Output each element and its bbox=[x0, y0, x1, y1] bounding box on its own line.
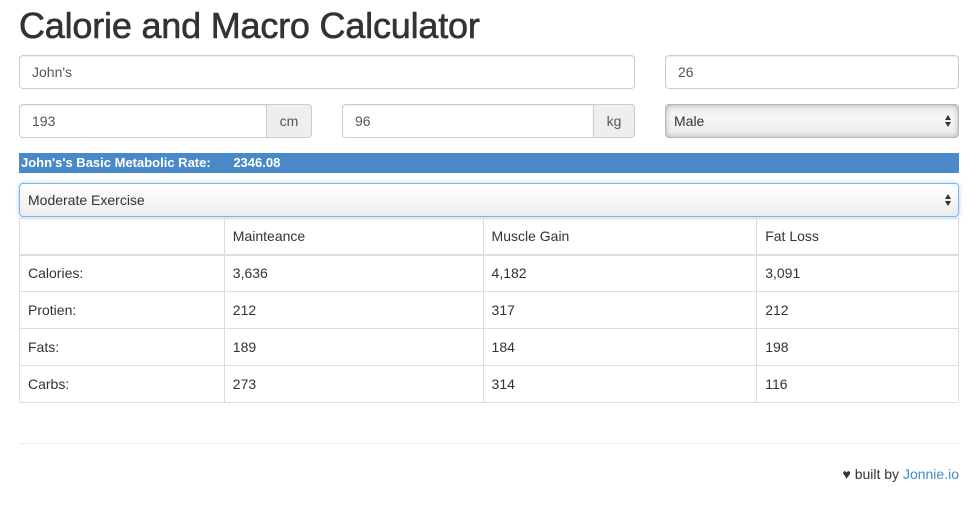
table-cell: 317 bbox=[482, 291, 758, 329]
table-cell: 273 bbox=[223, 365, 484, 403]
heart-icon: ♥ bbox=[842, 466, 851, 482]
activity-level-select[interactable]: Moderate Exercise bbox=[19, 183, 959, 217]
table-cell: 184 bbox=[482, 328, 758, 366]
table-cell: 189 bbox=[223, 328, 484, 366]
table-cell: 212 bbox=[756, 291, 959, 329]
footer: ♥ built by Jonnie.io bbox=[843, 466, 960, 482]
row-label: Calories: bbox=[19, 254, 225, 292]
table-cell: 198 bbox=[756, 328, 959, 366]
height-input[interactable] bbox=[19, 104, 267, 138]
table-header-fat-loss: Fat Loss bbox=[756, 218, 959, 256]
table-header-row: Mainteance Muscle Gain Fat Loss bbox=[19, 218, 959, 256]
table-row: Fats: 189 184 198 bbox=[19, 328, 959, 366]
calculator-page: Calorie and Macro Calculator cm kg Male … bbox=[0, 0, 976, 523]
table-header-maintenance: Mainteance bbox=[223, 218, 484, 256]
select-arrows-icon bbox=[945, 193, 952, 207]
macros-table: Mainteance Muscle Gain Fat Loss Calories… bbox=[19, 218, 959, 403]
bmr-label: John's's Basic Metabolic Rate: bbox=[21, 155, 211, 170]
bmr-banner: John's's Basic Metabolic Rate: 2346.08 bbox=[19, 153, 959, 173]
age-input[interactable] bbox=[665, 55, 959, 89]
table-cell: 212 bbox=[223, 291, 484, 329]
table-cell: 116 bbox=[756, 365, 959, 403]
page-title: Calorie and Macro Calculator bbox=[19, 5, 480, 47]
table-header-cell bbox=[19, 218, 225, 256]
activity-selected-value: Moderate Exercise bbox=[28, 192, 145, 208]
author-link[interactable]: Jonnie.io bbox=[903, 466, 959, 482]
table-cell: 3,091 bbox=[756, 254, 959, 292]
bmr-value: 2346.08 bbox=[233, 155, 281, 170]
gender-selected-value: Male bbox=[674, 113, 705, 129]
table-cell: 314 bbox=[482, 365, 758, 403]
table-row: Calories: 3,636 4,182 3,091 bbox=[19, 254, 959, 292]
table-header-muscle-gain: Muscle Gain bbox=[482, 218, 758, 256]
row-label: Fats: bbox=[19, 328, 225, 366]
weight-unit-addon: kg bbox=[594, 104, 635, 138]
select-arrows-icon bbox=[945, 114, 952, 128]
weight-input[interactable] bbox=[342, 104, 594, 138]
row-label: Protien: bbox=[19, 291, 225, 329]
weight-input-group: kg bbox=[342, 104, 635, 138]
table-row: Protien: 212 317 212 bbox=[19, 291, 959, 329]
height-unit-addon: cm bbox=[267, 104, 312, 138]
footer-divider bbox=[19, 443, 959, 444]
gender-select[interactable]: Male bbox=[665, 104, 959, 138]
name-input[interactable] bbox=[19, 55, 635, 89]
table-cell: 4,182 bbox=[482, 254, 758, 292]
table-cell: 3,636 bbox=[223, 254, 484, 292]
height-input-group: cm bbox=[19, 104, 312, 138]
table-row: Carbs: 273 314 116 bbox=[19, 365, 959, 403]
row-label: Carbs: bbox=[19, 365, 225, 403]
footer-text: built by bbox=[854, 466, 900, 482]
